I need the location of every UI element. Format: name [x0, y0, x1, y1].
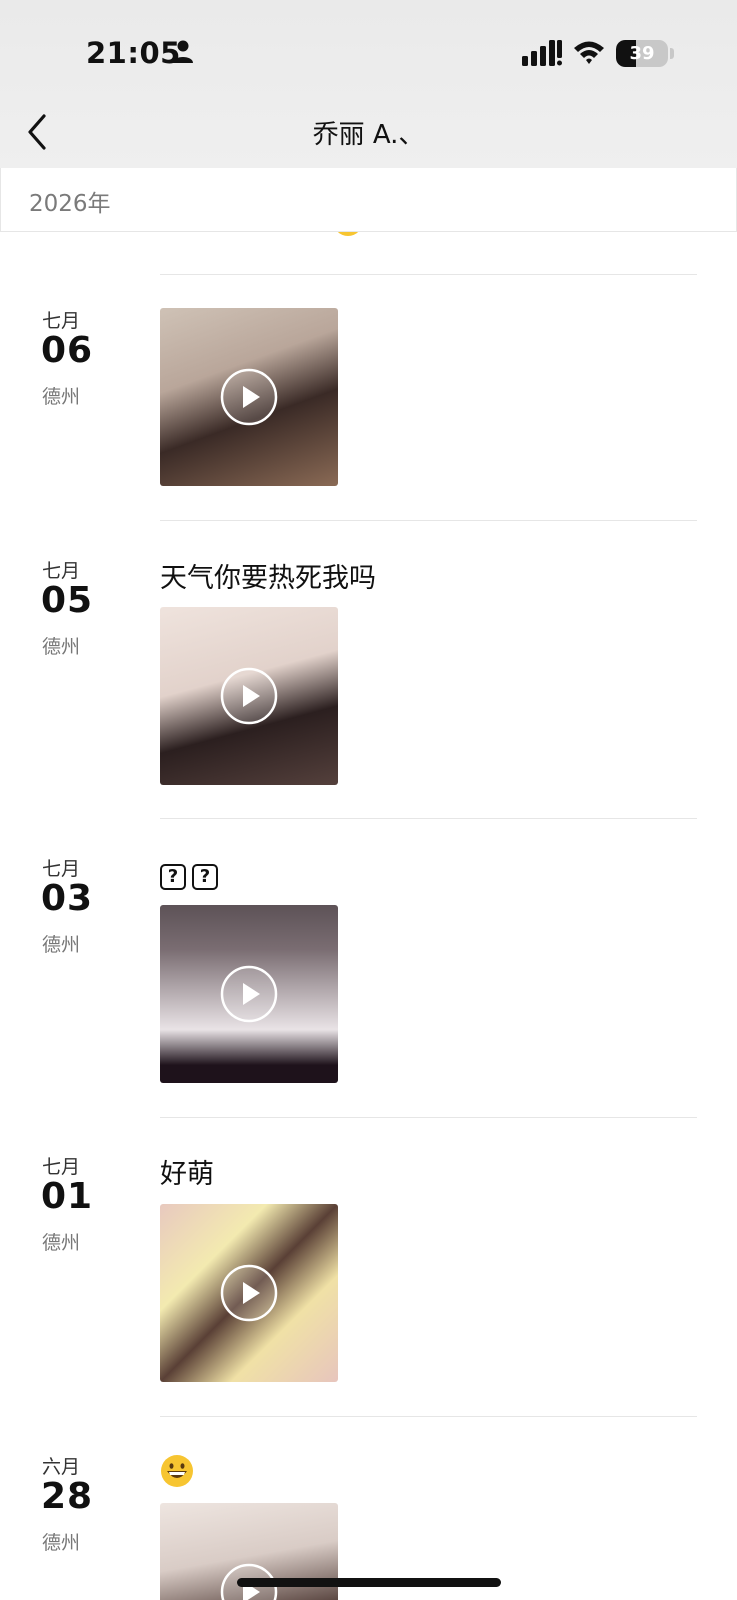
page-title: 乔丽 A.、 — [312, 120, 425, 150]
battery-nub — [670, 48, 674, 59]
year-header: 2026年 — [0, 168, 737, 232]
play-icon — [220, 965, 278, 1023]
person-icon — [173, 40, 193, 63]
entry-month: 七月 — [42, 858, 81, 880]
entry-month: 七月 — [42, 560, 81, 582]
entry-day: 28 — [41, 1476, 94, 1517]
battery-level: 39 — [629, 43, 655, 64]
entry-day: 01 — [41, 1176, 94, 1217]
divider — [160, 274, 697, 275]
entry-location: 德州 — [42, 934, 81, 956]
entry-day: 03 — [41, 878, 94, 919]
entry-location: 德州 — [42, 1532, 81, 1554]
entry-caption: 好萌 — [160, 1159, 214, 1190]
divider — [160, 818, 697, 819]
grinning-face-icon — [161, 1455, 193, 1487]
divider — [160, 520, 697, 521]
video-thumbnail[interactable] — [160, 308, 338, 486]
play-icon — [220, 667, 278, 725]
status-time: 21:05 — [86, 36, 181, 70]
entry-month: 七月 — [42, 1156, 81, 1178]
divider — [160, 1117, 697, 1118]
divider — [160, 1416, 697, 1417]
entry-month: 六月 — [42, 1456, 81, 1478]
play-icon — [220, 368, 278, 426]
top-bar: 21:05 39 乔丽 A.、 — [0, 0, 737, 168]
home-indicator[interactable] — [237, 1578, 501, 1587]
entry-location: 德州 — [42, 1232, 81, 1254]
video-thumbnail[interactable] — [160, 905, 338, 1083]
play-icon — [220, 1264, 278, 1322]
video-thumbnail[interactable] — [160, 1204, 338, 1382]
entry-day: 06 — [41, 330, 94, 371]
unknown-glyph-icon: ? — [192, 864, 218, 890]
unknown-glyph-icon: ? — [160, 864, 186, 890]
wifi-icon — [574, 41, 604, 64]
signal-icon — [522, 40, 562, 66]
entry-location: 德州 — [42, 386, 81, 408]
video-thumbnail[interactable] — [160, 607, 338, 785]
entry-month: 七月 — [42, 310, 81, 332]
battery-icon: 39 — [616, 40, 668, 67]
entry-caption: 天气你要热死我吗 — [160, 563, 376, 594]
year-label: 2026年 — [29, 191, 111, 217]
entry-caption: ?? — [160, 858, 224, 890]
entry-day: 05 — [41, 580, 94, 621]
entry-location: 德州 — [42, 636, 81, 658]
